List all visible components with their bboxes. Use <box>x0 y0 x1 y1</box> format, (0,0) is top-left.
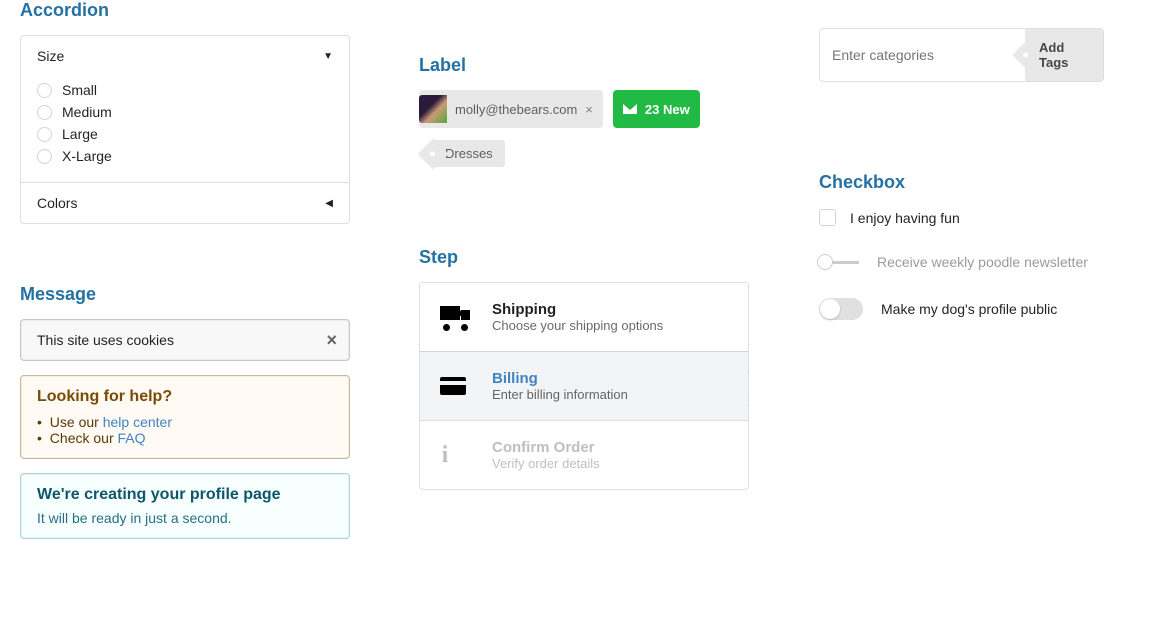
step-desc: Choose your shipping options <box>492 318 663 333</box>
step-group: ShippingChoose your shipping options Bil… <box>419 282 749 490</box>
checkbox-newsletter: Receive weekly poodle newsletter <box>819 254 1104 270</box>
button-label: Add Tags <box>1039 40 1068 70</box>
mail-icon <box>623 104 637 114</box>
close-icon[interactable]: × <box>326 330 337 351</box>
message-cookie: This site uses cookies × <box>20 319 350 361</box>
radio-medium[interactable]: Medium <box>37 104 333 120</box>
step-title: Shipping <box>492 301 663 318</box>
avatar <box>419 95 447 123</box>
badge-text: 23 New <box>645 102 690 117</box>
radio-icon <box>37 83 52 98</box>
delete-icon[interactable]: × <box>585 102 593 117</box>
accordion-colors-label: Colors <box>37 195 77 211</box>
radio-label: Medium <box>62 104 112 120</box>
accordion-title-colors[interactable]: Colors ◀ <box>21 183 349 223</box>
step-desc: Verify order details <box>492 456 600 471</box>
faq-link[interactable]: FAQ <box>118 430 146 446</box>
tag-text: Dresses <box>445 146 493 161</box>
checkbox-heading: Checkbox <box>819 172 1104 193</box>
new-badge[interactable]: 23 New <box>613 90 700 128</box>
step-title: Billing <box>492 370 628 387</box>
radio-xlarge[interactable]: X-Large <box>37 148 333 164</box>
accordion-content-size: Small Medium Large X-Large <box>21 82 349 182</box>
list-item: Check our FAQ <box>37 430 333 446</box>
text: Use our <box>50 414 103 430</box>
message-warning: Looking for help? Use our help center Ch… <box>20 375 350 459</box>
message-heading: Message <box>20 284 350 305</box>
accordion: Size ▼ Small Medium Large X-Large Colors… <box>20 35 350 224</box>
radio-label: Small <box>62 82 97 98</box>
checkbox-label: Receive weekly poodle newsletter <box>877 254 1088 270</box>
step-heading: Step <box>419 247 749 268</box>
radio-label: Large <box>62 126 98 142</box>
tags-input: Add Tags <box>819 28 1104 82</box>
truck-icon <box>440 306 478 328</box>
checkbox-fun[interactable]: I enjoy having fun <box>819 209 1104 226</box>
checkbox-label: Make my dog's profile public <box>881 301 1057 317</box>
caret-down-icon: ▼ <box>323 51 333 62</box>
email-text: molly@thebears.com <box>455 102 577 117</box>
accordion-size-label: Size <box>37 48 64 64</box>
step-desc: Enter billing information <box>492 387 628 402</box>
step-title: Confirm Order <box>492 439 600 456</box>
add-tags-button[interactable]: Add Tags <box>1025 29 1103 81</box>
radio-large[interactable]: Large <box>37 126 333 142</box>
accordion-title-size[interactable]: Size ▼ <box>21 36 349 76</box>
slider-icon <box>819 261 859 264</box>
radio-small[interactable]: Small <box>37 82 333 98</box>
toggle-icon <box>819 298 863 320</box>
radio-icon <box>37 127 52 142</box>
toggle-public[interactable]: Make my dog's profile public <box>819 298 1104 320</box>
message-header: Looking for help? <box>37 388 333 406</box>
checkbox-icon <box>819 209 836 226</box>
message-info: We're creating your profile page It will… <box>20 473 350 539</box>
text: Check our <box>50 430 118 446</box>
step-billing[interactable]: BillingEnter billing information <box>420 351 748 420</box>
message-body: It will be ready in just a second. <box>37 510 333 526</box>
message-text: This site uses cookies <box>37 332 174 348</box>
card-icon <box>440 377 478 395</box>
user-label[interactable]: molly@thebears.com × <box>419 90 603 128</box>
message-header: We're creating your profile page <box>37 486 333 504</box>
tag-label[interactable]: Dresses <box>433 140 505 167</box>
help-center-link[interactable]: help center <box>103 414 172 430</box>
accordion-heading: Accordion <box>20 0 350 21</box>
step-confirm: i Confirm OrderVerify order details <box>420 420 748 489</box>
caret-left-icon: ◀ <box>325 198 333 209</box>
info-icon: i <box>440 442 478 469</box>
categories-field[interactable] <box>820 29 1025 81</box>
radio-icon <box>37 105 52 120</box>
label-heading: Label <box>419 55 749 76</box>
list-item: Use our help center <box>37 414 333 430</box>
step-shipping[interactable]: ShippingChoose your shipping options <box>420 283 748 351</box>
radio-label: X-Large <box>62 148 112 164</box>
checkbox-label: I enjoy having fun <box>850 210 960 226</box>
radio-icon <box>37 149 52 164</box>
